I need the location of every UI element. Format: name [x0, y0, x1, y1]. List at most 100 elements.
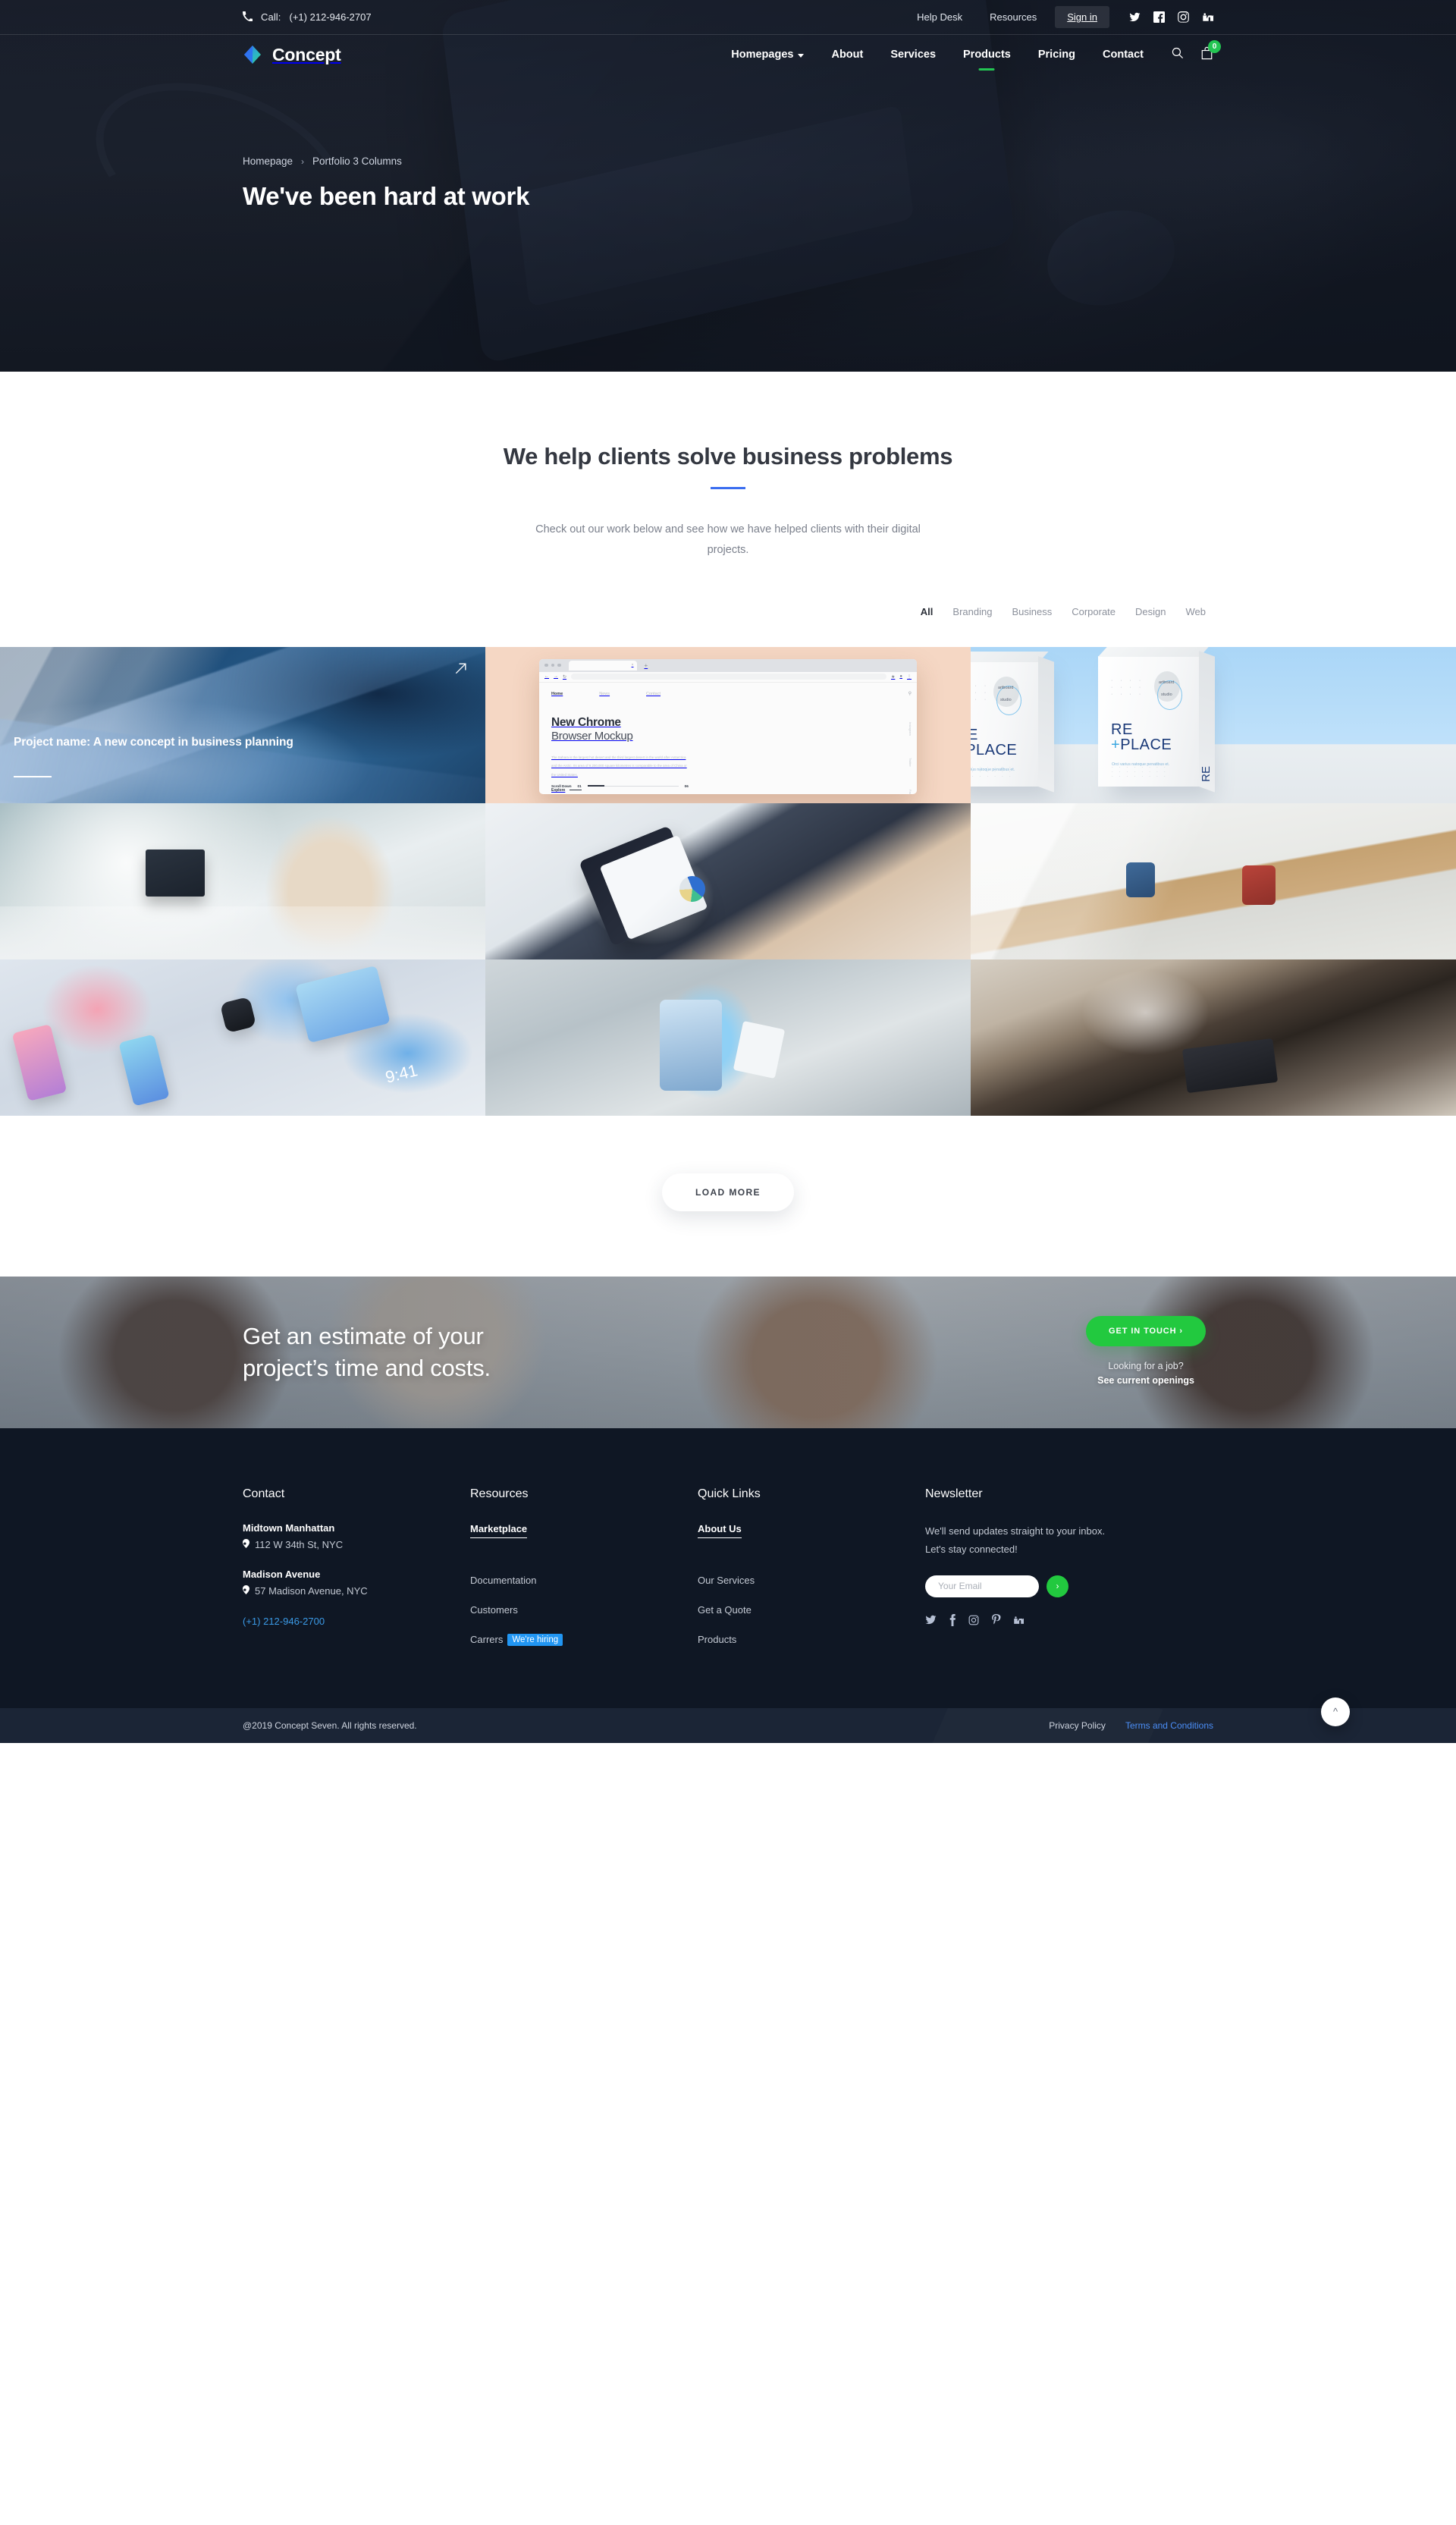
instagram-icon[interactable]	[968, 1615, 979, 1625]
caption-underline	[14, 775, 52, 777]
portfolio-item-packaging[interactable]: · · · ·· · · ·· · · · artboard studio RE…	[971, 646, 1456, 803]
mockup-side-social: Instagram Twitter Facebook	[908, 722, 912, 794]
side-instagram: Instagram	[908, 721, 912, 736]
address-text: 57 Madison Avenue, NYC	[255, 1584, 368, 1597]
main-navigation-bar: Concept Homepages About Services Product…	[0, 35, 1456, 74]
mockup-tools: ⚲	[908, 691, 912, 696]
footer-phone-link[interactable]: (+1) 212-946-2700	[243, 1616, 325, 1627]
browser-tabbar: × +	[539, 658, 917, 672]
brand-place-label: PLACE	[1120, 736, 1172, 753]
browser-menu-icon: ⋮	[907, 674, 912, 680]
portfolio-item-browser-mockup[interactable]: × + ← → ↻ ★ ● ⋮ Home News Contact New Ch…	[485, 646, 971, 803]
portfolio-filter-tabs: All Branding Business Corporate Design W…	[243, 606, 1213, 617]
new-tab-icon: +	[644, 661, 648, 669]
tab-close-icon: ×	[631, 663, 634, 668]
mockup-paragraph: The Sahara is the largest hot desert and…	[551, 755, 687, 777]
twitter-icon[interactable]	[925, 1614, 937, 1625]
brand-logo[interactable]: Concept	[243, 45, 341, 65]
footer-link-about-us[interactable]: About Us	[698, 1523, 742, 1538]
nav-homepages[interactable]: Homepages	[717, 49, 817, 61]
mockup-explore-link: Explore	[551, 788, 739, 793]
browser-toolbar: ← → ↻ ★ ● ⋮	[539, 671, 917, 683]
nav-services[interactable]: Services	[877, 49, 949, 61]
bottom-dot-pattern: · · · · · · · ·· · · · · · · ·· · · · · …	[1112, 765, 1169, 779]
footer-newsletter-title: Newsletter	[925, 1487, 983, 1500]
portfolio-item-devices[interactable]: 9:41	[0, 959, 485, 1116]
twitter-icon[interactable]	[1129, 11, 1141, 23]
cta-actions: GET IN TOUCH › Looking for a job? See cu…	[1086, 1316, 1206, 1388]
footer-social-links	[925, 1613, 1213, 1626]
nav-products[interactable]: Products	[949, 49, 1025, 61]
phone-contact[interactable]: Call: (+1) 212-946-2707	[243, 11, 372, 24]
nav-contact[interactable]: Contact	[1089, 49, 1157, 61]
filter-corporate[interactable]: Corporate	[1072, 606, 1116, 617]
portfolio-item-office-desk[interactable]	[0, 802, 485, 959]
profile-icon: ●	[899, 674, 902, 680]
facebook-icon[interactable]	[1153, 11, 1165, 23]
portfolio-caption: Project name: A new concept in business …	[14, 734, 402, 777]
portfolio-item-typing[interactable]	[971, 959, 1456, 1116]
scroll-to-top-button[interactable]: ^	[1321, 1697, 1350, 1726]
devices-mockup-photo: 9:41	[0, 959, 485, 1116]
nav-label: About	[831, 49, 864, 61]
linkedin-icon[interactable]	[1013, 1615, 1024, 1625]
portfolio-title: Project name: A new concept in business …	[14, 736, 293, 749]
newsletter-email-input[interactable]	[925, 1575, 1039, 1597]
chevron-down-icon	[798, 53, 805, 58]
load-more-button[interactable]: LOAD MORE	[662, 1173, 794, 1211]
breadcrumb: Homepage › Portfolio 3 Columns	[243, 155, 1213, 167]
portfolio-item-featured[interactable]: Project name: A new concept in business …	[0, 646, 485, 803]
footer-link-customers[interactable]: Customers	[470, 1604, 698, 1616]
filter-web[interactable]: Web	[1186, 606, 1207, 617]
linkedin-icon[interactable]	[1202, 11, 1213, 23]
package-box-right: · · · · · · · · · · · · artboard studio RE…	[1098, 646, 1215, 793]
footer-link-our-services[interactable]: Our Services	[698, 1575, 925, 1586]
hero-content: Homepage › Portfolio 3 Columns We've bee…	[0, 155, 1456, 211]
get-in-touch-button[interactable]: GET IN TOUCH ›	[1086, 1316, 1206, 1347]
footer-link-documentation[interactable]: Documentation	[470, 1575, 698, 1586]
search-icon[interactable]	[1171, 46, 1184, 63]
mockup-nav-news: News	[599, 691, 610, 696]
mockup-search-icon: ⚲	[908, 691, 912, 696]
reload-icon: ↻	[563, 674, 567, 680]
filter-branding[interactable]: Branding	[952, 606, 992, 617]
side-twitter: Twitter	[908, 758, 912, 768]
intro-section: We help clients solve business problems …	[0, 372, 1456, 617]
filter-business[interactable]: Business	[1012, 606, 1052, 617]
footer-column-resources: Resources Marketplace Documentation Cust…	[470, 1487, 698, 1664]
breadcrumb-homepage[interactable]: Homepage	[243, 155, 293, 167]
slide-total: 06	[684, 784, 689, 788]
footer-link-products[interactable]: Products	[698, 1634, 925, 1645]
portfolio-item-coworking[interactable]	[971, 802, 1456, 959]
site-footer: Contact Midtown Manhattan 112 W 34th St,…	[0, 1427, 1456, 1743]
nav-pricing[interactable]: Pricing	[1025, 49, 1089, 61]
filter-all[interactable]: All	[921, 606, 934, 617]
privacy-policy-link[interactable]: Privacy Policy	[1049, 1720, 1106, 1731]
shopping-bag-icon[interactable]: 0	[1200, 39, 1221, 64]
call-label: Call:	[261, 11, 281, 23]
cta-heading: Get an estimate of your project’s time a…	[243, 1321, 491, 1384]
office-name-madison: Madison Avenue	[243, 1568, 321, 1580]
sign-in-button[interactable]: Sign in	[1055, 6, 1109, 28]
resources-link[interactable]: Resources	[976, 11, 1050, 23]
footer-link-carrers[interactable]: Carrers We're hiring	[470, 1633, 698, 1646]
portfolio-item-man-tablet[interactable]	[485, 959, 971, 1116]
brand-re: RE	[971, 726, 978, 743]
office-address-midtown: 112 W 34th St, NYC	[243, 1538, 470, 1550]
footer-link-marketplace[interactable]: Marketplace	[470, 1523, 528, 1538]
map-pin-icon	[243, 1538, 249, 1550]
filter-design[interactable]: Design	[1135, 606, 1166, 617]
facebook-icon[interactable]	[949, 1613, 956, 1626]
help-desk-link[interactable]: Help Desk	[903, 11, 976, 23]
footer-link-get-a-quote[interactable]: Get a Quote	[698, 1604, 925, 1616]
portfolio-item-tablet-charts[interactable]	[485, 802, 971, 959]
top-utility-bar: Call: (+1) 212-946-2707 Help Desk Resour…	[0, 0, 1456, 35]
newsletter-submit-button[interactable]: ›	[1046, 1575, 1068, 1597]
top-social-links	[1129, 11, 1213, 23]
nav-about[interactable]: About	[817, 49, 877, 61]
cta-openings-link[interactable]: See current openings	[1097, 1375, 1194, 1386]
pinterest-icon[interactable]	[991, 1614, 1001, 1625]
terms-and-conditions-link[interactable]: Terms and Conditions	[1125, 1720, 1213, 1731]
newsletter-form: ›	[925, 1575, 1213, 1597]
instagram-icon[interactable]	[1178, 11, 1189, 23]
